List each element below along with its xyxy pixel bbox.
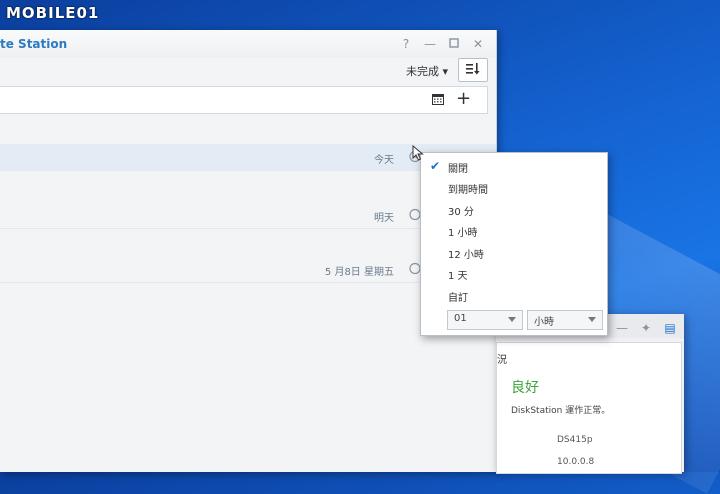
custom-unit: 小時	[534, 317, 554, 328]
widget-body: 況 良好 DiskStation 運作正常。 DS415p 10.0.0.8	[496, 342, 682, 474]
add-task-bar[interactable]: +	[0, 86, 488, 114]
sort-icon	[466, 63, 480, 75]
watermark: MOBILE01	[6, 4, 99, 22]
menu-item-label: 1 天	[448, 271, 468, 282]
widget-heading: 況	[497, 355, 507, 366]
mouse-cursor-icon	[412, 145, 424, 161]
due-date: 5 月8日 星期五	[324, 267, 394, 278]
title-bar[interactable]: te Station ? — ✕	[0, 30, 496, 58]
widget-menu-icon[interactable]: ▤	[662, 320, 678, 336]
menu-item-label: 關閉	[448, 164, 468, 175]
custom-unit-select[interactable]: 小時	[527, 310, 603, 330]
maximize-icon[interactable]	[446, 36, 462, 52]
server-model: DS415p	[557, 435, 593, 445]
minimize-icon[interactable]: —	[614, 320, 630, 336]
chevron-down-icon	[588, 317, 596, 322]
menu-item-1-hour[interactable]: 1 小時	[421, 220, 607, 241]
minimize-icon[interactable]: —	[422, 36, 438, 52]
close-icon[interactable]: ✕	[470, 36, 486, 52]
chevron-down-icon	[508, 317, 516, 322]
help-icon[interactable]: ?	[398, 36, 414, 52]
add-icon[interactable]: +	[456, 88, 471, 109]
health-status: 良好	[511, 380, 539, 396]
app-title: te Station	[0, 37, 68, 51]
due-date: 明天	[374, 213, 394, 224]
health-message: DiskStation 運作正常。	[511, 406, 611, 416]
menu-item-1-day[interactable]: 1 天	[421, 263, 607, 284]
menu-item-label: 自訂	[448, 293, 468, 304]
watermark-text: MOBILE01	[6, 4, 100, 22]
calendar-icon[interactable]	[432, 94, 444, 105]
pin-icon[interactable]: ✦	[638, 320, 654, 336]
custom-value: 01	[454, 313, 467, 324]
filter-select[interactable]: 未完成 ▾	[406, 63, 448, 79]
custom-value-select[interactable]: 01	[447, 310, 523, 330]
menu-item-due-time[interactable]: 到期時間	[421, 177, 607, 198]
menu-item-custom[interactable]: 自訂	[421, 285, 607, 306]
menu-item-30-min[interactable]: 30 分	[421, 199, 607, 220]
check-icon: ✔	[430, 159, 441, 173]
due-date: 今天	[374, 155, 394, 166]
menu-item-label: 1 小時	[448, 228, 478, 239]
menu-item-label: 30 分	[448, 207, 474, 218]
reminder-menu: ✔ 關閉 到期時間 30 分 1 小時 12 小時 1 天 自訂 01 小時	[420, 152, 608, 336]
menu-item-label: 到期時間	[448, 185, 488, 196]
system-health-widget: — ✦ ▤ 況 良好 DiskStation 運作正常。 DS415p 10.0…	[496, 314, 684, 474]
menu-item-off[interactable]: ✔ 關閉	[421, 156, 607, 177]
server-ip: 10.0.0.8	[557, 457, 595, 467]
menu-item-label: 12 小時	[448, 250, 484, 261]
sort-button[interactable]	[458, 58, 488, 82]
menu-item-12-hours[interactable]: 12 小時	[421, 242, 607, 263]
